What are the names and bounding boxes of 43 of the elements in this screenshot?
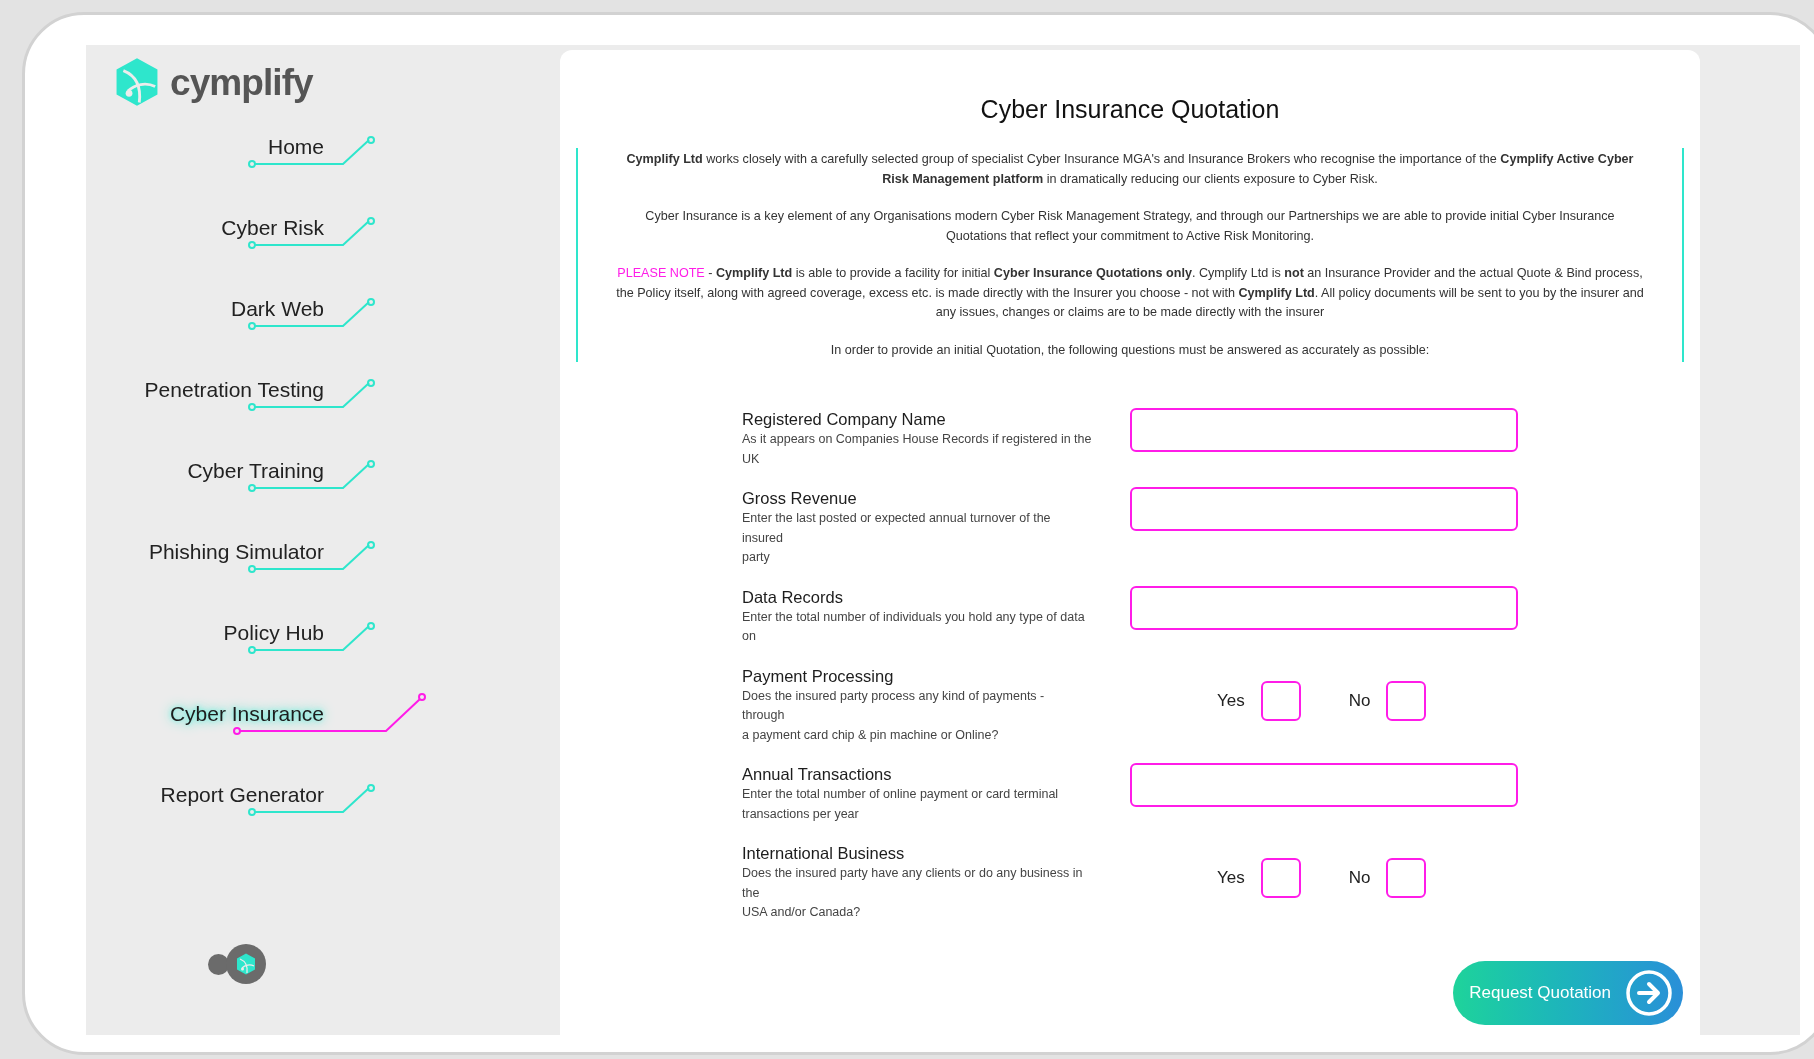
option-label: No [1348, 689, 1371, 712]
nav-item[interactable]: Report Generator [160, 782, 324, 808]
input-field[interactable] [1130, 763, 1518, 807]
question-label: Gross Revenue [742, 488, 858, 509]
nav-item[interactable]: Cyber Training [187, 458, 324, 484]
input-field[interactable] [1130, 585, 1518, 630]
page-title: Cyber Insurance Quotation [979, 94, 1281, 124]
nav-item[interactable]: Policy Hub [223, 620, 324, 646]
question-description: Does the insured party process any kind of payments - through a payment card chip & pin machine or Online? [742, 687, 1046, 744]
question-label: Registered Company Name [742, 409, 947, 430]
question-description: Does the insured party have any clients or do any business in the USA and/or Canada? [742, 865, 1084, 921]
checkbox[interactable] [1386, 680, 1427, 721]
question-label: Data Records [742, 586, 844, 608]
question-label: Payment Processing [742, 665, 895, 687]
intro-paragraph: Cyber Insurance is a key element of any Organisations modern Cyber Risk Management Strategy, and through our Partnerships we are able to provide initial Cyber Insurance Quotations that reflect your commitment to Active Risk Monitoring. [644, 208, 1616, 245]
option-label: Yes [1217, 867, 1245, 890]
option-label: No [1348, 867, 1371, 890]
nav-item[interactable]: Cyber Risk [221, 215, 324, 241]
input-field[interactable] [1130, 408, 1518, 452]
nav-item[interactable]: Dark Web [231, 296, 324, 322]
checkbox[interactable] [1386, 858, 1427, 898]
nav-item[interactable]: Phishing Simulator [148, 539, 324, 565]
intro-paragraph: In order to provide an initial Quotation, the following questions must be answered as accurately as possible: [829, 341, 1431, 359]
intro-paragraph: Cymplify Ltd works closely with a carefully selected group of specialist Cyber Insurance MGA's and Insurance Brokers who recognise the importance of the Cymplify Active Cyber Risk Management platform in dramatically reducing our clients exposure to Cyber Risk. [625, 151, 1635, 188]
nav-item[interactable]: Home [267, 134, 324, 160]
question-description: As it appears on Companies House Records if registered in the UK [742, 431, 1093, 468]
theme-toggle[interactable] [208, 944, 266, 984]
option-label: Yes [1217, 689, 1245, 712]
input-field[interactable] [1130, 487, 1518, 531]
question-label: International Business [742, 843, 906, 864]
question-description: Enter the total number of online payment or card terminal transactions per year [742, 786, 1060, 823]
checkbox[interactable] [1260, 680, 1301, 721]
arrow-right-icon [1625, 968, 1673, 1017]
nav-item[interactable]: Cyber Insurance [169, 701, 324, 727]
brand-name: cymplify [170, 63, 313, 101]
nav-item[interactable]: Penetration Testing [144, 377, 324, 403]
intro-paragraph: PLEASE NOTE - Cymplify Ltd is able to provide a facility for initial Cyber Insurance Quotations only. Cymplify Ltd is not an Insurance Provider and the actual Quote & Bind process, the Policy itself, along with agreed coverage, excess etc. is made directly with the Insurer you choose - not with Cymplify Ltd. All policy documents will be sent to you by the insurer and any issues, changes or claims are to be made directly with the insurer [615, 265, 1645, 321]
question-label: Annual Transactions [742, 764, 893, 785]
logo-icon [114, 57, 160, 107]
question-description: Enter the total number of individuals you hold any type of data on [742, 608, 1086, 645]
question-description: Enter the last posted or expected annual turnover of the insured party [742, 510, 1052, 566]
checkbox[interactable] [1260, 858, 1301, 898]
logo-icon [236, 953, 256, 975]
